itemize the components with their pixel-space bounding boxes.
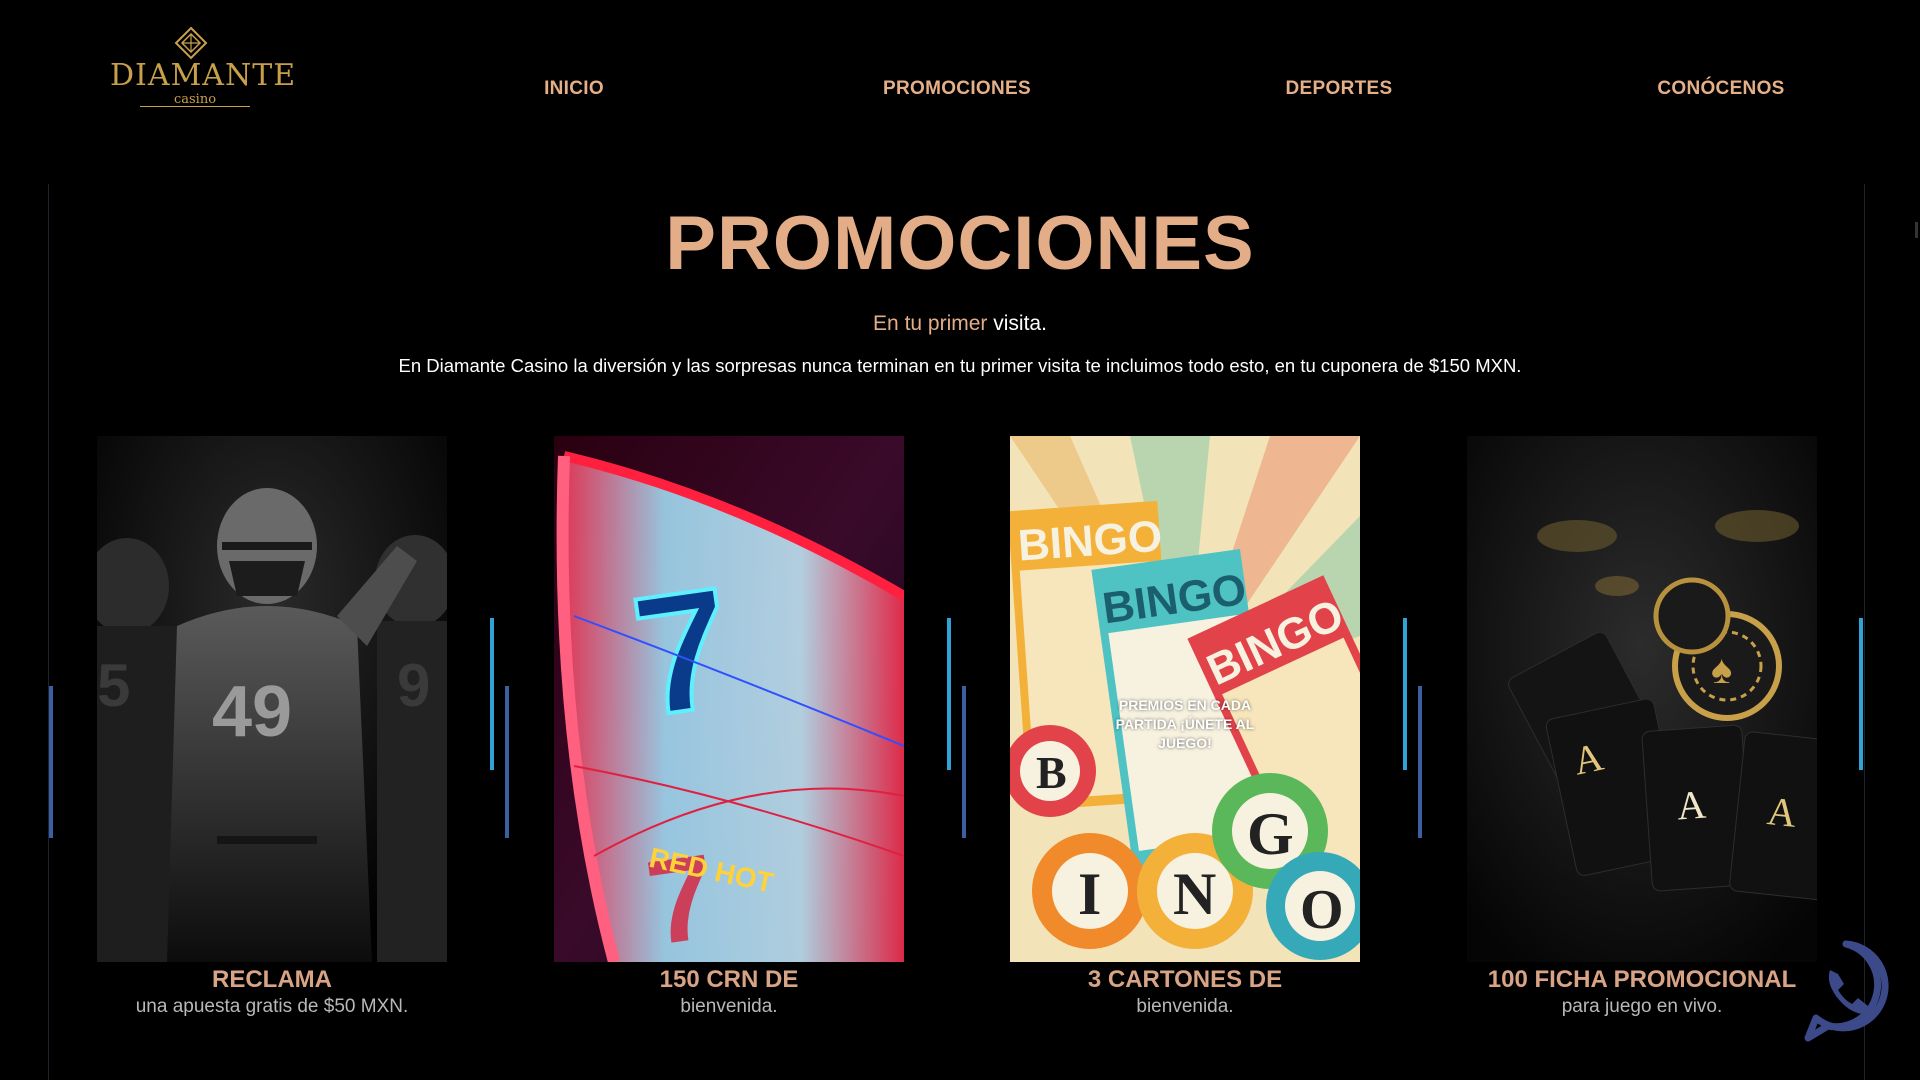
promo-card-title: RECLAMA — [212, 966, 332, 993]
promo-card-text: para juego en vivo. — [1561, 996, 1723, 1017]
svg-text:9: 9 — [397, 652, 430, 719]
subtitle-white: visita. — [993, 312, 1047, 335]
promo-card-text: una apuesta gratis de $50 MXN. — [135, 996, 409, 1017]
site-header: DIAMANTE casino INICIO PROMOCIONES DEPOR… — [0, 0, 1920, 180]
svg-text:49: 49 — [212, 672, 292, 752]
deco-bar — [962, 686, 966, 838]
deco-bar — [490, 618, 494, 770]
scrollbar-track[interactable] — [1914, 180, 1920, 1080]
svg-text:B: B — [1036, 747, 1067, 798]
svg-text:I: I — [1078, 861, 1101, 927]
promo-card-title: 3 CARTONES DE — [1087, 966, 1283, 993]
svg-text:G: G — [1247, 801, 1294, 867]
deco-bar — [49, 686, 53, 838]
nav-item-conocenos[interactable]: CONÓCENOS — [1657, 78, 1784, 100]
promo-card-title: 150 CRN DE — [659, 966, 799, 993]
section-description: En Diamante Casino la diversión y las so… — [398, 355, 1522, 376]
diamond-logo-icon — [174, 26, 208, 60]
scrollbar-thumb[interactable] — [1915, 222, 1918, 238]
svg-text:♠: ♠ — [1711, 647, 1732, 692]
promo-card-text: bienvenida. — [1136, 996, 1234, 1017]
deco-bar — [505, 686, 509, 838]
section-title: PROMOCIONES — [665, 201, 1255, 286]
svg-text:BINGO: BINGO — [1016, 512, 1163, 571]
svg-text:N: N — [1173, 861, 1216, 927]
bingo-image-caption: PREMIOS EN CADA PARTIDA ¡ÚNETE AL JUEGO! — [1115, 697, 1255, 751]
svg-text:A: A — [1765, 788, 1799, 836]
promo-image-football: 5 9 49 — [97, 436, 447, 962]
nav-item-promociones[interactable]: PROMOCIONES — [883, 78, 1031, 100]
svg-text:O: O — [1300, 879, 1344, 941]
deco-bar — [947, 618, 951, 770]
promo-image-bingo: BINGO BINGO BINGO B I N G O PREMIOS EN C… — [1010, 436, 1360, 962]
promo-image-slot-machine: 7 7 RED HOT — [554, 436, 904, 962]
deco-bar — [1403, 618, 1407, 770]
section-subtitle: En tu primer visita. — [0, 312, 1920, 336]
nav-item-deportes[interactable]: DEPORTES — [1286, 78, 1393, 100]
promo-card-bingo[interactable]: BINGO BINGO BINGO B I N G O PREMIOS EN C… — [1010, 436, 1360, 1018]
phone-chat-icon[interactable] — [1796, 938, 1896, 1048]
promo-card-ficha[interactable]: ♠ A A A ♠ 100 FICHA PROMOCIONAL para jue… — [1467, 436, 1817, 1018]
promo-image-poker: ♠ A A A ♠ — [1467, 436, 1817, 962]
svg-text:5: 5 — [97, 652, 130, 719]
promo-card-title: 100 FICHA PROMOCIONAL — [1487, 966, 1797, 993]
promo-card-reclama[interactable]: 5 9 49 RECLAMA una apuesta gratis de $50… — [97, 436, 447, 1018]
promo-card-text: bienvenida. — [680, 996, 778, 1017]
deco-bar — [1859, 618, 1863, 770]
promo-card-crn[interactable]: 7 7 RED HOT 150 CRN DE bienvenida. — [554, 436, 904, 1018]
subtitle-gold: En tu primer — [873, 312, 988, 335]
deco-bar — [1418, 686, 1422, 838]
svg-text:A: A — [1675, 782, 1707, 829]
main-nav: INICIO PROMOCIONES DEPORTES CONÓCENOS — [0, 78, 1920, 104]
nav-item-inicio[interactable]: INICIO — [544, 78, 604, 100]
